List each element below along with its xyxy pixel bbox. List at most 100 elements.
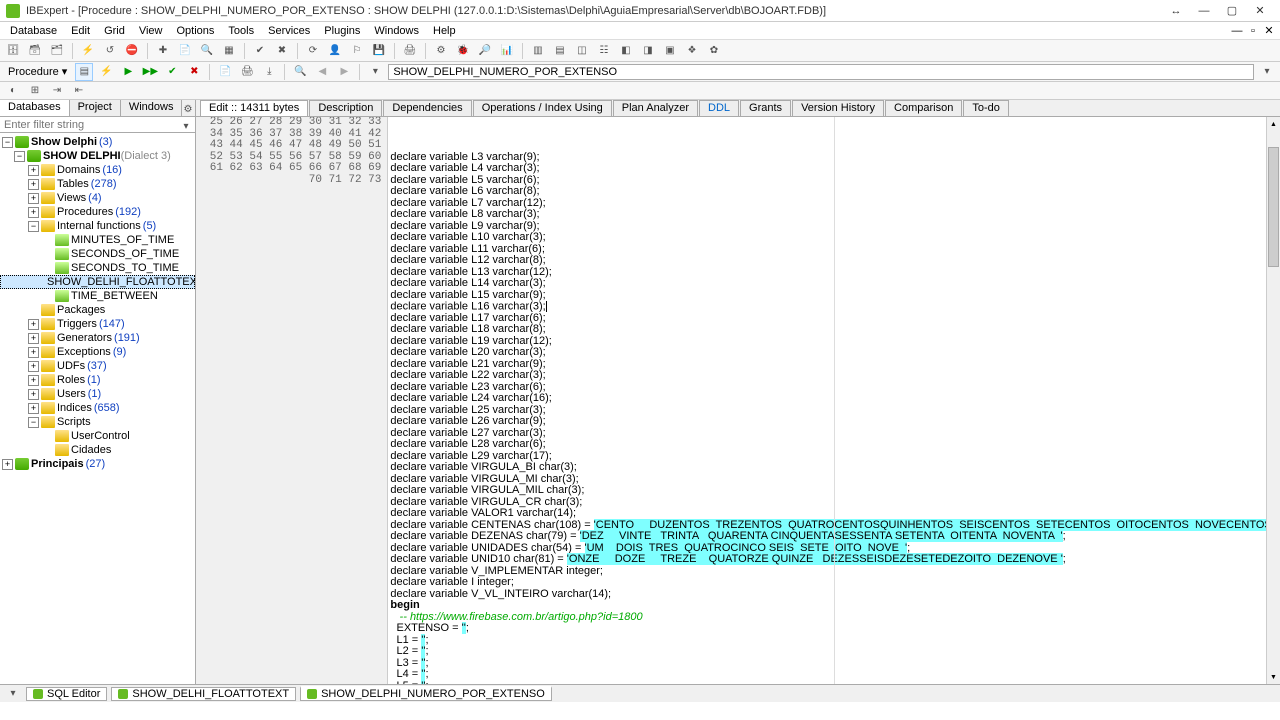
tab-operations[interactable]: Operations / Index Using [473,100,612,116]
pt-print[interactable]: 🖨 [238,63,256,81]
pt-rollback[interactable]: ✖ [185,63,203,81]
pt-commit[interactable]: ✔ [163,63,181,81]
node-views[interactable]: +Views(4) [0,191,195,205]
tab-grants[interactable]: Grants [740,100,791,116]
tab-dependencies[interactable]: Dependencies [383,100,471,116]
tb-compile[interactable]: ⚙ [432,42,450,60]
tb-plan[interactable]: 📊 [498,42,516,60]
pt-next[interactable]: ▶ [335,63,353,81]
menu-plugins[interactable]: Plugins [318,24,366,38]
tab-windows[interactable]: Windows [121,100,183,116]
node-procedures[interactable]: +Procedures(192) [0,205,195,219]
tab-project[interactable]: Project [70,100,121,116]
tab-comparison[interactable]: Comparison [885,100,962,116]
tab-ddl[interactable]: DDL [699,100,739,116]
pt-dropdown[interactable]: ▾ [366,63,384,81]
pt-compile[interactable]: ⚡ [97,63,115,81]
mdi-minimize[interactable]: — [1230,24,1244,38]
pt-new[interactable]: 📄 [216,63,234,81]
tb-t9[interactable]: ✿ [705,42,723,60]
node-scripts[interactable]: −Scripts [0,415,195,429]
tb-unregister[interactable]: 🗂 [48,42,66,60]
pt2-indent[interactable]: ⇥ [48,82,66,100]
wtab-numero-por-extenso[interactable]: SHOW_DELPHI_NUMERO_POR_EXTENSO [300,686,552,701]
node-fn-minutes[interactable]: MINUTES_OF_TIME [0,233,195,247]
tb-t1[interactable]: ▥ [529,42,547,60]
tab-databases[interactable]: Databases [0,100,70,116]
tb-t6[interactable]: ◨ [639,42,657,60]
tb-data[interactable]: ▦ [220,42,238,60]
node-roles[interactable]: +Roles(1) [0,373,195,387]
tab-todo[interactable]: To-do [963,100,1009,116]
node-script-cidades[interactable]: Cidades [0,443,195,457]
node-triggers[interactable]: +Triggers(147) [0,317,195,331]
node-database[interactable]: −SHOW DELPHI (Dialect 3) [0,149,195,163]
tab-plan-analyzer[interactable]: Plan Analyzer [613,100,698,116]
node-packages[interactable]: Packages [0,303,195,317]
node-exceptions[interactable]: +Exceptions(9) [0,345,195,359]
node-fn-seconds-of-time[interactable]: SECONDS_OF_TIME [0,247,195,261]
tb-refresh[interactable]: ⟳ [304,42,322,60]
pt-prev[interactable]: ◀ [313,63,331,81]
menu-options[interactable]: Options [171,24,221,38]
menu-help[interactable]: Help [427,24,462,38]
tb-print[interactable]: 🖨 [401,42,419,60]
tab-version-history[interactable]: Version History [792,100,884,116]
tb-t4[interactable]: ☷ [595,42,613,60]
tb-register[interactable]: 🗃 [26,42,44,60]
pt-mode[interactable]: ▤ [75,63,93,81]
tb-t3[interactable]: ◫ [573,42,591,60]
tb-query[interactable]: 🔍 [198,42,216,60]
tb-users[interactable]: 👤 [326,42,344,60]
menu-view[interactable]: View [133,24,169,38]
pt-execute[interactable]: ▶ [119,63,137,81]
minimize-button[interactable]: — [1190,2,1218,20]
node-tables[interactable]: +Tables(278) [0,177,195,191]
tb-rollback[interactable]: ✖ [273,42,291,60]
menu-services[interactable]: Services [262,24,316,38]
pt-fast-execute[interactable]: ▶▶ [141,63,159,81]
wtab-sql-editor[interactable]: SQL Editor [26,687,107,701]
pt2-outdent[interactable]: ⇤ [70,82,88,100]
node-users[interactable]: +Users(1) [0,387,195,401]
node-fn-floattotext[interactable]: SHOW_DELHI_FLOATTOTEXT [0,275,195,289]
tb-debug[interactable]: 🐞 [454,42,472,60]
pt-search[interactable]: 🔍 [291,63,309,81]
mdi-close[interactable]: ✕ [1262,24,1276,38]
tab-description[interactable]: Description [309,100,382,116]
maximize-button[interactable]: ▢ [1218,2,1246,20]
db-tree[interactable]: −Show Delphi(3) −SHOW DELPHI (Dialect 3)… [0,133,195,684]
tb-new-sql[interactable]: 📄 [176,42,194,60]
node-fn-seconds-to-time[interactable]: SECONDS_TO_TIME [0,261,195,275]
tb-backup[interactable]: 💾 [370,42,388,60]
tb-trace[interactable]: 🔎 [476,42,494,60]
tb-reconnect[interactable]: ↺ [101,42,119,60]
pt2-vars[interactable]: ⊞ [26,82,44,100]
tb-grant[interactable]: ⚐ [348,42,366,60]
menu-edit[interactable]: Edit [65,24,96,38]
node-principals[interactable]: +Principais(27) [0,457,195,471]
scrollbar-thumb[interactable] [1268,147,1279,267]
menu-windows[interactable]: Windows [368,24,425,38]
menu-grid[interactable]: Grid [98,24,131,38]
tb-t5[interactable]: ◧ [617,42,635,60]
node-root[interactable]: −Show Delphi(3) [0,135,195,149]
pt2-params[interactable]: ◐ [4,82,22,100]
menu-database[interactable]: Database [4,24,63,38]
tab-edit[interactable]: Edit :: 14311 bytes [200,100,308,116]
node-indices[interactable]: +Indices(658) [0,401,195,415]
tb-t7[interactable]: ▣ [661,42,679,60]
node-script-usercontrol[interactable]: UserControl [0,429,195,443]
wtab-floattotext[interactable]: SHOW_DELHI_FLOATTOTEXT [111,687,296,701]
restore-hint-icon[interactable]: ↔ [1162,2,1190,20]
sidebar-options[interactable]: ⚙ [182,100,193,118]
sb-drop[interactable]: ▾ [4,685,22,703]
node-fn-time-between[interactable]: TIME_BETWEEN [0,289,195,303]
menu-tools[interactable]: Tools [222,24,260,38]
tb-connect[interactable]: ⚡ [79,42,97,60]
tb-new-db[interactable]: 🗄 [4,42,22,60]
code-text[interactable]: declare variable L3 varchar(9);declare v… [388,117,1280,684]
tb-disconnect[interactable]: ⛔ [123,42,141,60]
object-type-dropdown[interactable]: Procedure ▾ [4,65,71,78]
procedure-name-field[interactable]: SHOW_DELPHI_NUMERO_POR_EXTENSO [388,64,1254,80]
